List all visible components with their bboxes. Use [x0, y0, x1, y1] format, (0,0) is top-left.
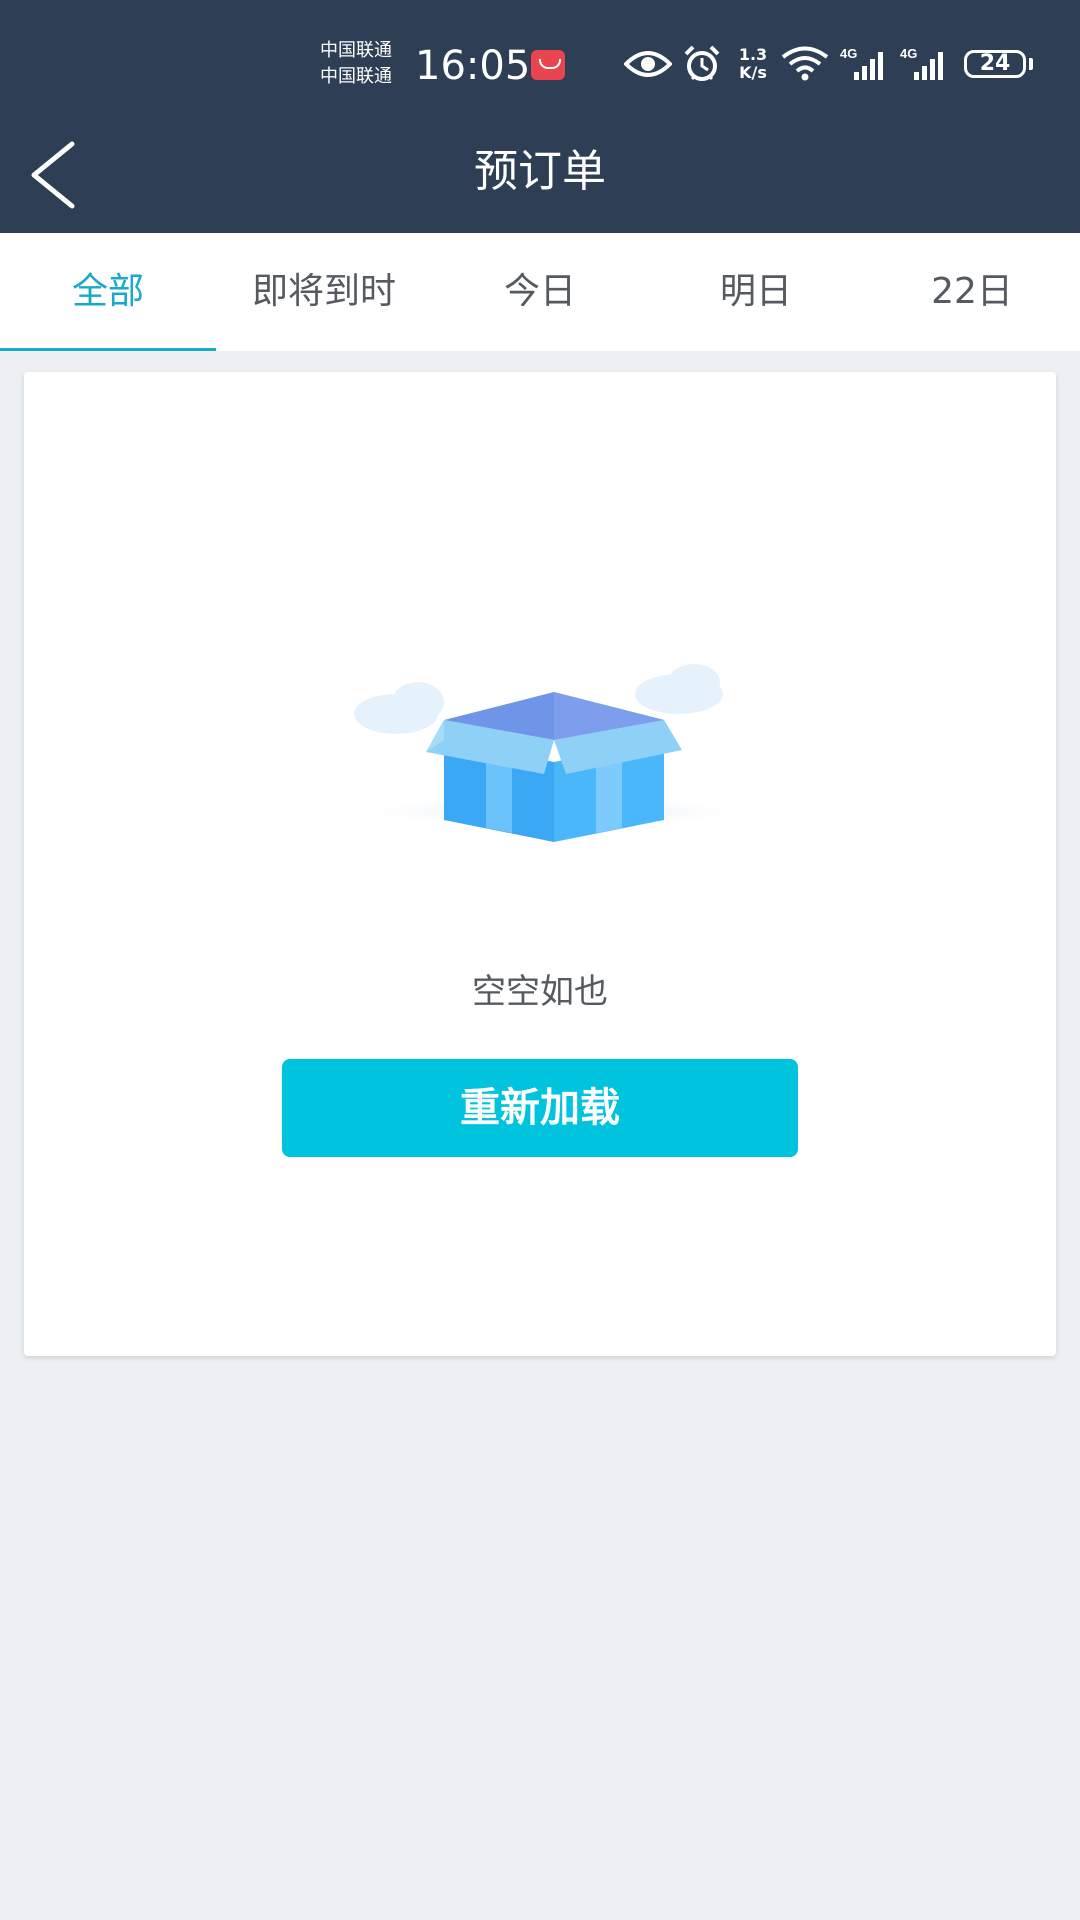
- signal-1-label: 4G: [840, 46, 857, 61]
- tab-expiring-soon[interactable]: 即将到时: [216, 233, 432, 351]
- signal-icon: 4G: [840, 46, 883, 80]
- signal-icon: 4G: [900, 46, 943, 80]
- tab-tomorrow[interactable]: 明日: [648, 233, 864, 351]
- alarm-icon: [684, 45, 720, 81]
- eye-icon: [624, 51, 672, 77]
- carrier-2: 中国联通: [320, 66, 392, 87]
- status-time: 16:05: [415, 43, 531, 89]
- tab-today[interactable]: 今日: [432, 233, 648, 351]
- carrier-1: 中国联通: [320, 40, 392, 61]
- empty-state-card: 空空如也 重新加载: [24, 372, 1056, 1356]
- network-speed-unit: K/s: [739, 63, 767, 82]
- app-header: 中国联通 中国联通 16:05 1.3 K/s 4G 4G 24 预订单: [0, 0, 1080, 233]
- tab-22nd[interactable]: 22日: [864, 233, 1080, 351]
- empty-message: 空空如也: [472, 972, 608, 1012]
- huawei-app-icon: [531, 50, 565, 80]
- open-box-icon: [339, 664, 769, 842]
- wifi-icon: [781, 46, 829, 81]
- reload-button[interactable]: 重新加载: [282, 1059, 798, 1157]
- date-filter-tabs: 全部 即将到时 今日 明日 22日: [0, 233, 1080, 351]
- status-icons: 1.3 K/s 4G 4G 24: [620, 42, 1040, 88]
- battery-tip: [1029, 58, 1033, 70]
- signal-2-label: 4G: [900, 46, 917, 61]
- network-speed-value: 1.3: [738, 45, 768, 64]
- battery-icon: 24: [964, 50, 1026, 78]
- network-speed: 1.3 K/s: [733, 46, 773, 82]
- tab-all[interactable]: 全部: [0, 233, 216, 351]
- carrier-info: 中国联通 中国联通: [320, 38, 410, 90]
- page-title: 预订单: [474, 146, 606, 197]
